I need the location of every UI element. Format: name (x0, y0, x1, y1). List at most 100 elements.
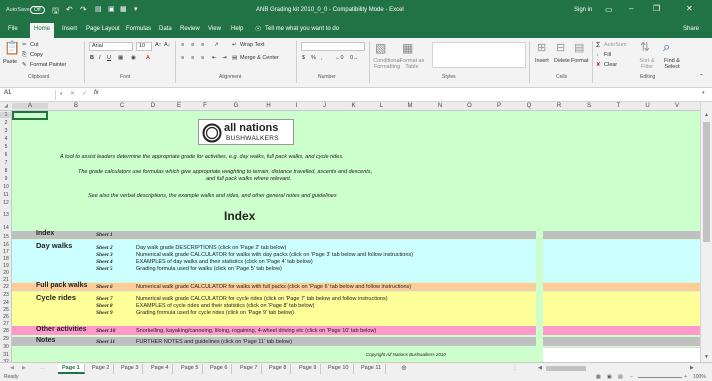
tab-view[interactable]: View (208, 26, 221, 32)
expand-formula-bar-icon[interactable]: ▾ (702, 90, 705, 96)
format-painter-icon[interactable]: ✎ (22, 62, 27, 68)
comma-icon[interactable]: , (321, 55, 323, 61)
italic-icon[interactable]: I (99, 55, 101, 61)
font-color-icon[interactable]: A (146, 55, 150, 61)
sort-filter-icon[interactable]: ⇅ (640, 40, 650, 54)
undo-icon[interactable]: ↶ (66, 5, 73, 14)
decrease-font-icon[interactable]: A↓ (164, 42, 170, 48)
column-header[interactable]: T (604, 103, 633, 109)
delete-cells-button[interactable]: Delete (554, 58, 570, 64)
column-header[interactable]: H (254, 103, 283, 109)
sheet-tab[interactable]: Page 1 (58, 364, 85, 374)
share-button[interactable]: Share (683, 26, 699, 32)
name-box-dropdown-icon[interactable]: ▾ (60, 91, 63, 97)
column-header[interactable]: N (425, 103, 455, 109)
next-sheet-icon[interactable]: ▶ (22, 365, 26, 371)
row-header[interactable]: 29 (0, 336, 12, 342)
scroll-right-icon[interactable]: ▶ (690, 365, 694, 371)
sheet-tab[interactable]: Page 3 (117, 364, 144, 374)
fill-icon[interactable]: ↓ (596, 52, 599, 58)
align-right-icon[interactable]: ≡ (201, 55, 204, 61)
row-header[interactable]: 3 (0, 128, 12, 134)
more-sheets-icon[interactable]: … (40, 365, 45, 371)
row-header[interactable]: 23 (0, 292, 12, 298)
column-header[interactable]: D (140, 103, 166, 109)
open-icon[interactable]: ▤ (95, 5, 102, 13)
tab-file[interactable]: File (8, 26, 18, 32)
align-middle-icon[interactable]: ≡ (191, 42, 194, 48)
align-bottom-icon[interactable]: ≡ (201, 42, 204, 48)
align-left-icon[interactable]: ≡ (181, 55, 184, 61)
column-header[interactable]: M (395, 103, 425, 109)
tab-home[interactable]: Home (30, 23, 55, 38)
align-center-icon[interactable]: ≡ (191, 55, 194, 61)
column-header[interactable]: C (104, 103, 140, 109)
row-header[interactable]: 6 (0, 152, 12, 158)
tab-data[interactable]: Data (159, 26, 172, 32)
zoom-out-icon[interactable]: − (630, 374, 633, 380)
sheet-tab[interactable]: Page 11 (357, 364, 387, 374)
column-header[interactable]: I (283, 103, 310, 109)
column-header[interactable]: P (484, 103, 514, 109)
format-painter-button[interactable]: Format Painter (30, 62, 66, 68)
row-header[interactable]: 27 (0, 321, 12, 327)
row-header[interactable]: 1 (0, 112, 12, 118)
select-all-corner[interactable]: ◢ (0, 103, 12, 109)
row-header[interactable]: 10 (0, 184, 12, 190)
normal-view-icon[interactable]: ▦ (596, 374, 601, 380)
cancel-entry-icon[interactable]: ✕ (70, 90, 75, 97)
autosave-toggle[interactable]: Off (30, 6, 45, 14)
minimize-icon[interactable]: – (629, 4, 633, 13)
scroll-down-icon[interactable]: ▼ (704, 354, 709, 360)
underline-icon[interactable]: U (107, 55, 111, 61)
font-size-select[interactable]: 10 (136, 42, 152, 51)
add-sheet-icon[interactable]: ⊕ (401, 364, 407, 372)
column-header[interactable]: V (662, 103, 692, 109)
clear-icon[interactable]: ✘ (596, 62, 601, 68)
name-box[interactable]: A1 (0, 90, 56, 100)
row-header[interactable]: 14 (0, 225, 12, 231)
merge-center-icon[interactable]: ▤ (232, 55, 237, 61)
tab-formulas[interactable]: Formulas (126, 26, 151, 32)
insert-cells-icon[interactable]: ⊞ (537, 41, 546, 54)
increase-decimal-icon[interactable]: ←0 (335, 55, 344, 61)
column-header[interactable]: L (368, 103, 395, 109)
conditional-formatting-icon[interactable]: ▧ (375, 41, 386, 55)
quick-print-icon[interactable]: ▦ (120, 5, 127, 13)
insert-function-button[interactable]: fx (94, 90, 99, 96)
column-header[interactable]: B (48, 103, 104, 109)
borders-icon[interactable]: ▦ (118, 55, 123, 61)
cell-styles-gallery[interactable] (432, 42, 526, 68)
format-as-table-icon[interactable]: ▦ (402, 41, 413, 55)
increase-indent-icon[interactable]: ⇥ (222, 55, 227, 61)
sort-filter-button[interactable]: Sort & Filter (635, 58, 659, 70)
page-break-view-icon[interactable]: ▤ (618, 374, 623, 380)
row-header[interactable]: 30 (0, 344, 12, 350)
save-icon[interactable]: 🖫 (52, 5, 59, 19)
vertical-scroll-thumb[interactable] (703, 122, 710, 242)
paste-icon[interactable]: 📋 (4, 40, 20, 56)
sheet-tab[interactable]: Page 4 (147, 364, 174, 374)
row-header[interactable]: 18 (0, 256, 12, 262)
prev-sheet-icon[interactable]: ◀ (10, 365, 14, 371)
column-header[interactable]: R (544, 103, 574, 109)
wrap-text-button[interactable]: Wrap Text (240, 42, 265, 48)
format-cells-button[interactable]: Format (571, 58, 588, 64)
restore-icon[interactable]: ❐ (653, 4, 660, 13)
tab-help[interactable]: Help (231, 26, 243, 32)
sheet-tab[interactable]: Page 6 (206, 364, 233, 374)
sheet-tab[interactable]: Page 8 (265, 364, 292, 374)
decrease-decimal-icon[interactable]: 0→ (350, 55, 359, 61)
fill-button[interactable]: Fill (604, 52, 611, 58)
insert-cells-button[interactable]: Insert (535, 58, 549, 64)
sheet-tab[interactable]: Page 10 (324, 364, 354, 374)
tab-insert[interactable]: Insert (62, 26, 77, 32)
sheet-tab[interactable]: Page 9 (295, 364, 322, 374)
zoom-level[interactable]: 100% (693, 374, 706, 380)
row-header[interactable]: 11 (0, 192, 12, 198)
zoom-in-icon[interactable]: + (684, 374, 687, 380)
row-header[interactable]: 24 (0, 300, 12, 306)
row-header[interactable]: 2 (0, 120, 12, 126)
scroll-up-icon[interactable]: ▲ (704, 112, 709, 118)
row-header[interactable]: 5 (0, 144, 12, 150)
